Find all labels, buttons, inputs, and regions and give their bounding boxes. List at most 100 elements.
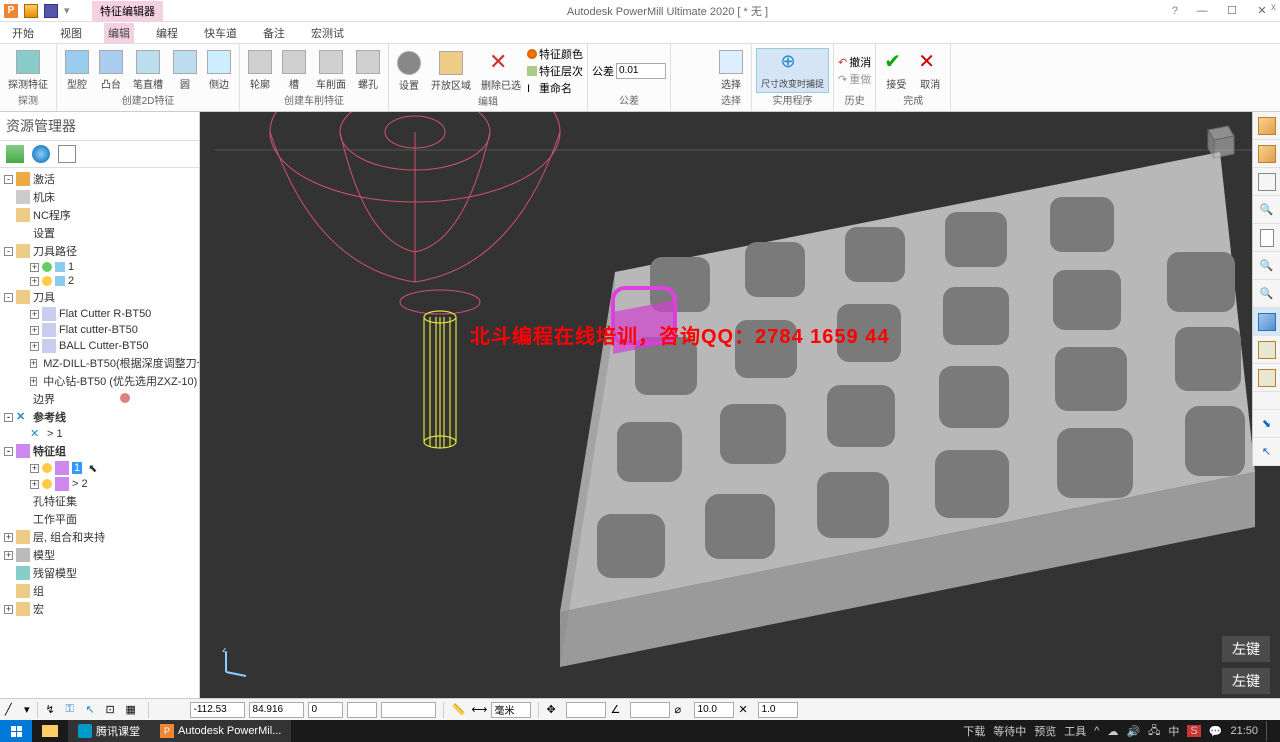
detect-button[interactable]: 探测特征 [4, 48, 52, 93]
redo-button[interactable]: ↷重做 [838, 71, 871, 87]
tray-cloud-icon[interactable]: ☁ [1107, 725, 1118, 738]
menu-view[interactable]: 视图 [56, 23, 86, 43]
tree-nc[interactable]: NC程序 [2, 206, 197, 224]
tree-tool-2[interactable]: +BALL Cutter-BT50 [2, 338, 197, 354]
side-button[interactable]: 侧边 [203, 48, 235, 93]
tray-net-icon[interactable]: 🖧 [1148, 722, 1160, 741]
tray-item-2[interactable]: 预览 [1034, 723, 1056, 739]
undo-button[interactable]: ↶撤消 [838, 54, 871, 70]
tree-workplane[interactable]: 工作平面 [2, 510, 197, 528]
tray-item-0[interactable]: 下载 [963, 723, 985, 739]
tree-activate[interactable]: -激活 [2, 170, 197, 188]
tray-item-1[interactable]: 等待中 [993, 723, 1026, 739]
sb-val1[interactable] [694, 702, 734, 718]
sb-dim-icon[interactable]: ⟷ [471, 702, 487, 718]
slot-button[interactable]: 槽 [278, 48, 310, 93]
tray-s-icon[interactable]: S [1187, 725, 1200, 737]
sb-e3[interactable] [566, 702, 606, 718]
sb-ang-icon[interactable]: ∠ [610, 702, 626, 718]
rt-view2-icon[interactable] [1253, 140, 1280, 168]
tree-featuregroup[interactable]: -特征组 [2, 442, 197, 460]
tray-msg-icon[interactable]: 💬 [1209, 725, 1223, 738]
sb-z-input[interactable] [308, 702, 343, 718]
straight-button[interactable]: 笔直槽 [129, 48, 167, 93]
rt-shaded-icon[interactable] [1253, 308, 1280, 336]
sb-line-icon[interactable]: ╱ [4, 702, 20, 718]
rt-zoom-icon[interactable]: 🔍 [1253, 196, 1280, 224]
tray-vol-icon[interactable]: 🔊 [1126, 725, 1140, 738]
menu-program[interactable]: 编程 [152, 23, 182, 43]
tolerance-input[interactable] [616, 63, 666, 79]
help-icon[interactable]: ? [1172, 5, 1178, 17]
rt-cursor-icon[interactable]: ↖ [1253, 438, 1280, 466]
taskbar-tencent[interactable]: 腾讯课堂 [68, 720, 150, 742]
sidebar-close-icon[interactable]: x [1271, 2, 1276, 13]
sb-key-icon[interactable]: ⚿ [65, 702, 81, 718]
tree-toggle-icon[interactable] [6, 145, 24, 163]
tree-tool-4[interactable]: +中心钻-BT50 (优先选用ZXZ-10) [2, 372, 197, 390]
rt-pick-icon[interactable]: ⬊ [1253, 410, 1280, 438]
taskbar-powermill[interactable]: PAutodesk PowerMil... [150, 720, 291, 742]
tree-tools[interactable]: -刀具 [2, 288, 197, 306]
tree-fg1[interactable]: +1⬉ [2, 460, 197, 476]
rename-option[interactable]: I重命名 [527, 80, 583, 96]
tray-item-3[interactable]: 工具 [1064, 723, 1086, 739]
cavity-button[interactable]: 型腔 [61, 48, 93, 93]
sb-empty2[interactable] [381, 702, 436, 718]
rt-sheet-icon[interactable] [1253, 224, 1280, 252]
rt-wireframe-icon[interactable] [1253, 168, 1280, 196]
trash-icon[interactable] [58, 145, 76, 163]
tree-layers[interactable]: +层, 组合和夹持 [2, 528, 197, 546]
sb-cursor-icon[interactable]: ↖ [85, 702, 101, 718]
sb-val2[interactable] [758, 702, 798, 718]
menu-express[interactable]: 快车道 [200, 23, 241, 43]
sb-unit-input[interactable] [491, 702, 531, 718]
tray-ime-icon[interactable]: 中 [1168, 723, 1179, 739]
viewcube[interactable] [1196, 120, 1240, 164]
tree-holefeat[interactable]: 孔特征集 [2, 492, 197, 510]
tree-boundary[interactable]: 边界 [2, 390, 197, 408]
tray-desktop[interactable] [1266, 721, 1272, 741]
tree-stock[interactable]: 残留模型 [2, 564, 197, 582]
axis-gizmo[interactable]: z [220, 648, 250, 678]
tree-tool-3[interactable]: +MZ-DILL-BT50(根据深度调整刀长) [2, 354, 197, 372]
tree-group[interactable]: 组 [2, 582, 197, 600]
tree-tp1[interactable]: +1 [2, 260, 197, 274]
featcolor-option[interactable]: 特征颜色 [527, 46, 583, 62]
circle-button[interactable]: 圆 [169, 48, 201, 93]
sb-wp-icon[interactable]: ↯ [45, 702, 61, 718]
rt-zoom3-icon[interactable]: 🔍 [1253, 280, 1280, 308]
save-icon[interactable] [44, 4, 58, 18]
tree-tool-0[interactable]: +Flat Cutter R-BT50 [2, 306, 197, 322]
wheel-button[interactable]: 轮廓 [244, 48, 276, 93]
tree-macro[interactable]: +宏 [2, 600, 197, 618]
sb-int-icon[interactable]: ⊡ [105, 702, 121, 718]
viewport[interactable]: 北斗编程在线培训，咨询QQ：2784 1659 44 z 左键 左键 [200, 112, 1280, 698]
start-button[interactable] [0, 720, 32, 742]
remove-button[interactable]: ✕删除已选 [477, 49, 525, 94]
accept-button[interactable]: ✔接受 [880, 48, 912, 93]
sb-ruler-icon[interactable]: 📏 [451, 702, 467, 718]
openregion-button[interactable]: 开放区域 [427, 49, 475, 94]
sb-grid-icon[interactable]: ▦ [125, 702, 141, 718]
hole-button[interactable]: 螺孔 [352, 48, 384, 93]
menu-edit[interactable]: 编辑 [104, 23, 134, 43]
cancel-button[interactable]: ✕取消 [914, 48, 946, 93]
rt-block2-icon[interactable] [1253, 364, 1280, 392]
sb-move-icon[interactable]: ✥ [546, 702, 562, 718]
rt-zoom2-icon[interactable]: 🔍 [1253, 252, 1280, 280]
tree-tp2[interactable]: +2 [2, 274, 197, 288]
tree-ref1[interactable]: ✕> 1 [2, 426, 197, 442]
tree-fg2[interactable]: +> 2 [2, 476, 197, 492]
tree-reference[interactable]: -✕参考线 [2, 408, 197, 426]
sb-dropdown1[interactable]: ▾ [24, 703, 30, 716]
taskbar-explorer[interactable] [32, 720, 68, 742]
system-tray[interactable]: 下载 等待中 预览 工具 ^ ☁ 🔊 🖧 中 S 💬 21:50 [955, 721, 1280, 741]
tree-model[interactable]: +模型 [2, 546, 197, 564]
open-icon[interactable] [24, 4, 38, 18]
tree-tool-1[interactable]: +Flat cutter-BT50 [2, 322, 197, 338]
minimize-button[interactable]: — [1188, 2, 1216, 20]
tray-up-icon[interactable]: ^ [1094, 725, 1099, 737]
snap-button[interactable]: ⊕尺寸改变时捕捉 [756, 48, 829, 93]
menu-macro[interactable]: 宏测试 [307, 23, 348, 43]
